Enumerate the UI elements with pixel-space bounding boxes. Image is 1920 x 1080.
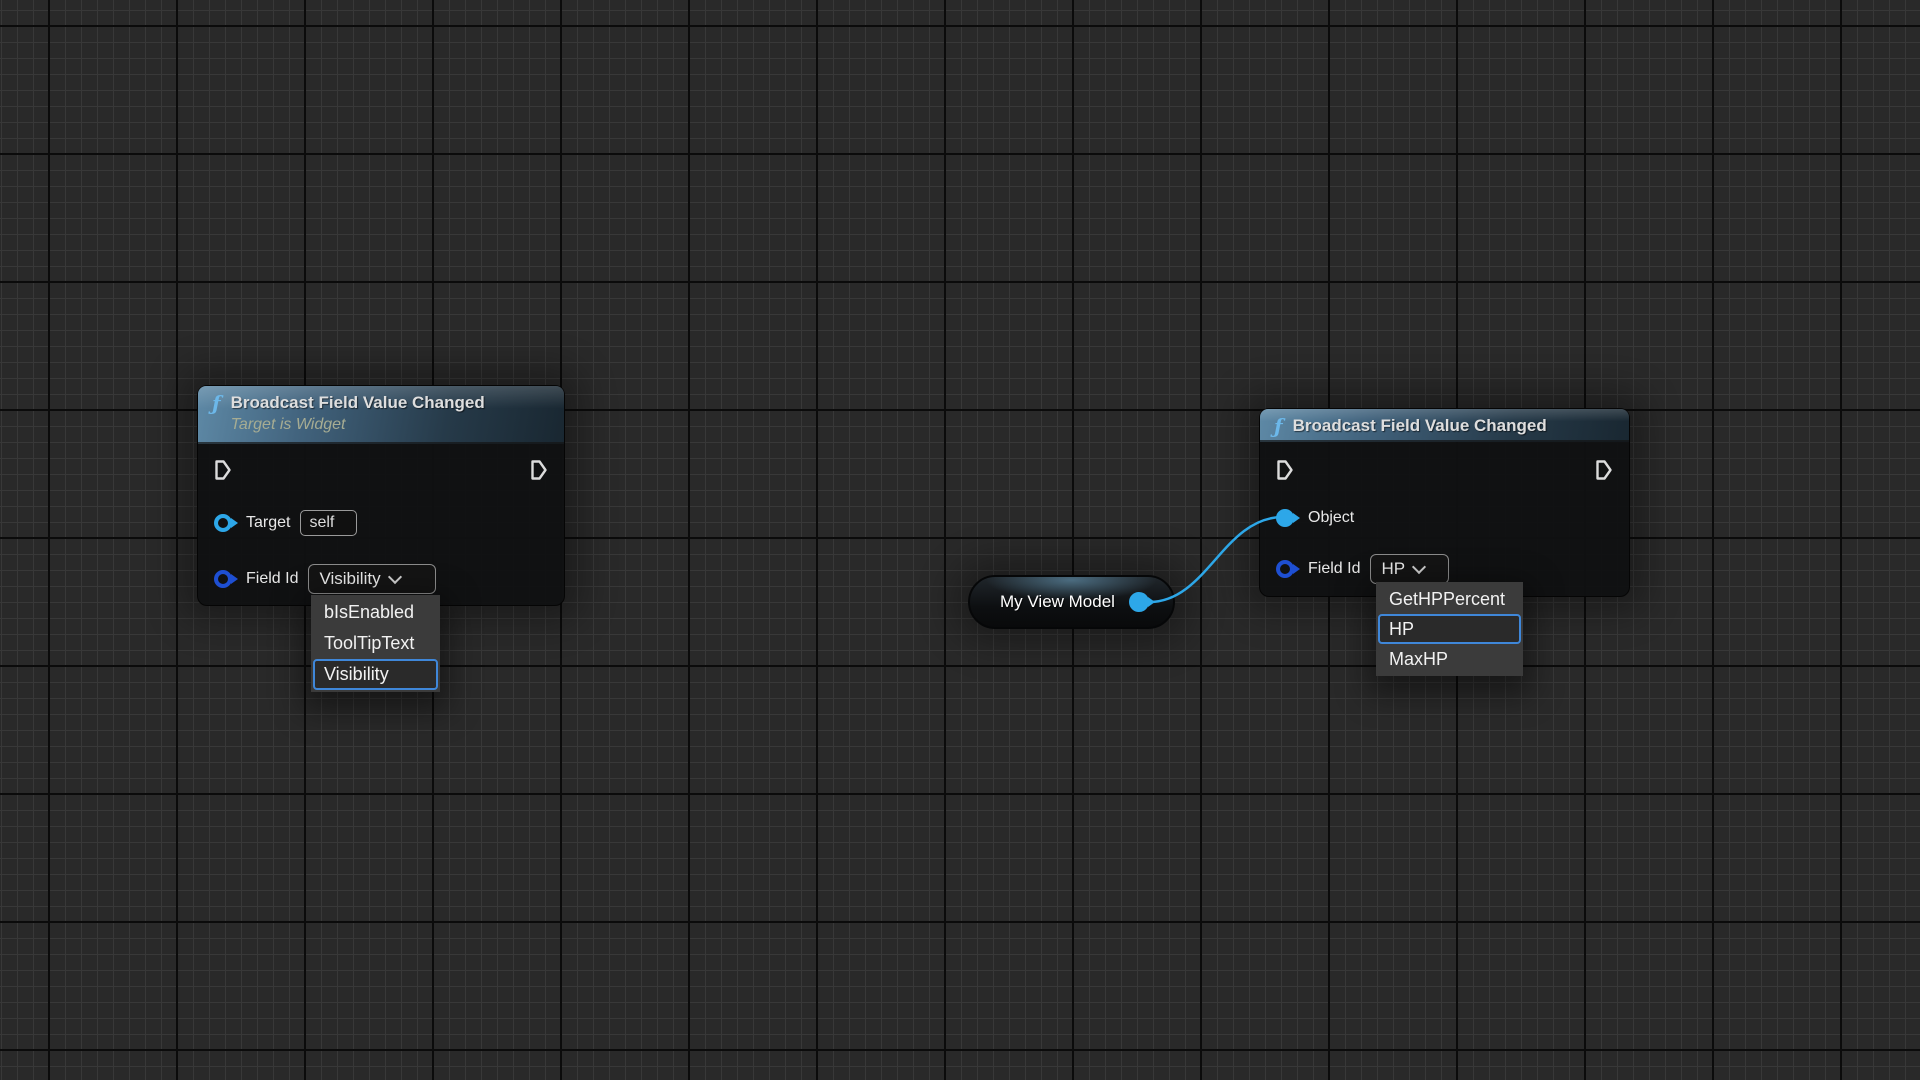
field-id-dropdown-menu-right: GetHPPercent HP MaxHP xyxy=(1376,582,1523,676)
node-title: Broadcast Field Value Changed xyxy=(231,391,485,415)
field-id-pin-row: Field Id HP xyxy=(1276,554,1449,584)
target-pin-label: Target xyxy=(246,514,290,532)
node-header: ƒ Broadcast Field Value Changed Target i… xyxy=(198,386,564,444)
dropdown-item-selected[interactable]: HP xyxy=(1378,614,1521,644)
view-model-output-pin[interactable] xyxy=(1129,592,1149,612)
node-my-view-model[interactable]: My View Model xyxy=(968,575,1175,629)
field-id-pin-label: Field Id xyxy=(246,570,298,588)
object-pin-label: Object xyxy=(1308,509,1354,527)
dropdown-item[interactable]: ToolTipText xyxy=(313,628,438,659)
function-icon: ƒ xyxy=(212,391,221,415)
object-pin-row: Object xyxy=(1276,503,1354,533)
node-header: ƒ Broadcast Field Value Changed xyxy=(1260,409,1629,442)
field-id-pin[interactable] xyxy=(214,570,232,588)
target-pin-row: Target xyxy=(214,508,357,538)
variable-node-label: My View Model xyxy=(1000,592,1115,612)
exec-out-pin[interactable] xyxy=(1595,459,1613,481)
exec-in-pin[interactable] xyxy=(214,459,232,481)
chevron-down-icon xyxy=(1412,559,1426,573)
field-id-combobox[interactable]: Visibility xyxy=(308,564,436,594)
exec-in-pin[interactable] xyxy=(1276,459,1294,481)
blueprint-graph-canvas[interactable]: ƒ Broadcast Field Value Changed Target i… xyxy=(0,0,1920,1080)
dropdown-item[interactable]: MaxHP xyxy=(1378,644,1521,674)
field-id-pin-row: Field Id Visibility xyxy=(214,564,436,594)
field-id-combobox-value: Visibility xyxy=(319,569,380,589)
target-pin[interactable] xyxy=(214,514,232,532)
field-id-combobox[interactable]: HP xyxy=(1370,554,1449,584)
field-id-pin[interactable] xyxy=(1276,560,1294,578)
dropdown-item-selected[interactable]: Visibility xyxy=(313,659,438,690)
field-id-pin-label: Field Id xyxy=(1308,560,1360,578)
node-header-text: Broadcast Field Value Changed Target is … xyxy=(231,391,485,435)
exec-out-pin[interactable] xyxy=(530,459,548,481)
node-title: Broadcast Field Value Changed xyxy=(1293,414,1547,438)
node-broadcast-field-value-changed-right[interactable]: ƒ Broadcast Field Value Changed Object F… xyxy=(1259,408,1630,597)
exec-pin-row xyxy=(214,459,548,481)
object-pin[interactable] xyxy=(1276,509,1294,527)
target-value-input[interactable] xyxy=(300,510,357,536)
exec-pin-row xyxy=(1276,459,1613,481)
function-icon: ƒ xyxy=(1274,414,1283,438)
chevron-down-icon xyxy=(387,569,401,583)
node-subtitle: Target is Widget xyxy=(231,415,485,435)
node-broadcast-field-value-changed-left[interactable]: ƒ Broadcast Field Value Changed Target i… xyxy=(197,385,565,606)
dropdown-item[interactable]: bIsEnabled xyxy=(313,597,438,628)
field-id-combobox-value: HP xyxy=(1381,559,1405,579)
dropdown-item[interactable]: GetHPPercent xyxy=(1378,584,1521,614)
field-id-dropdown-menu-left: bIsEnabled ToolTipText Visibility xyxy=(311,595,440,692)
